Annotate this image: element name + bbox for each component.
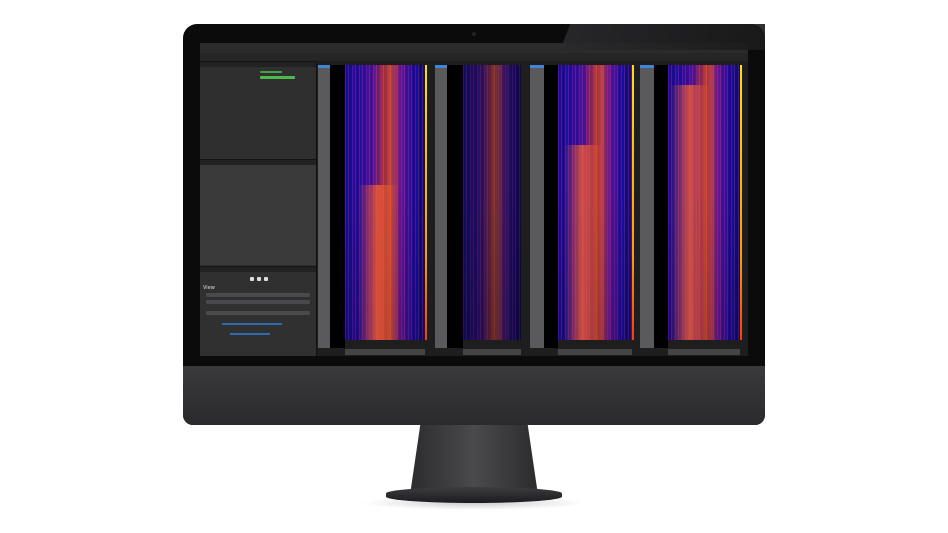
axis-labels: [447, 65, 463, 348]
level-meter: [260, 71, 282, 73]
toolbar[interactable]: [200, 53, 748, 61]
time-axis[interactable]: [435, 65, 447, 348]
frequency-axis: [345, 349, 425, 355]
panel-header: [200, 160, 316, 165]
frequency-axis: [558, 349, 632, 355]
view-label: View: [203, 285, 215, 291]
level-bar: [632, 65, 634, 340]
dropdown[interactable]: [206, 311, 310, 315]
energy-band: [564, 145, 602, 340]
settings-panel: View: [200, 266, 316, 356]
screen: View: [200, 43, 748, 356]
slider[interactable]: [222, 323, 282, 325]
energy-band: [670, 85, 710, 340]
axis-labels: [654, 65, 668, 348]
option-field[interactable]: [206, 300, 310, 304]
monitor-base: [386, 487, 562, 503]
spectrogram-panel-4[interactable]: [640, 65, 745, 355]
axis-labels: [544, 65, 558, 348]
stop-button[interactable]: [264, 277, 268, 281]
monitor-stand: [410, 425, 538, 495]
monitor-chin: [183, 366, 765, 425]
time-axis[interactable]: [318, 65, 330, 348]
title-bar: [560, 24, 765, 50]
camera-icon: [472, 32, 476, 36]
play-button[interactable]: [250, 277, 254, 281]
level-bar: [425, 65, 427, 340]
pause-button[interactable]: [257, 277, 261, 281]
axis-labels: [330, 65, 345, 348]
slider[interactable]: [230, 333, 270, 335]
left-pane: View: [200, 61, 317, 356]
option-field[interactable]: [206, 293, 310, 297]
time-axis[interactable]: [530, 65, 544, 348]
spectrogram[interactable]: [463, 65, 521, 340]
spectrogram-panel-2[interactable]: [435, 65, 525, 355]
level-bar: [740, 65, 742, 340]
spectrogram-panel-1[interactable]: [318, 65, 428, 355]
level-meter: [260, 76, 295, 79]
info-panel: [200, 61, 316, 158]
energy-band: [358, 185, 398, 340]
panel-header: [200, 62, 316, 67]
list-panel: [200, 159, 316, 265]
frequency-axis: [668, 349, 740, 355]
spectrogram-panel-3[interactable]: [530, 65, 635, 355]
frequency-axis: [463, 349, 521, 355]
time-axis[interactable]: [640, 65, 654, 348]
panel-tabs[interactable]: [200, 267, 316, 272]
